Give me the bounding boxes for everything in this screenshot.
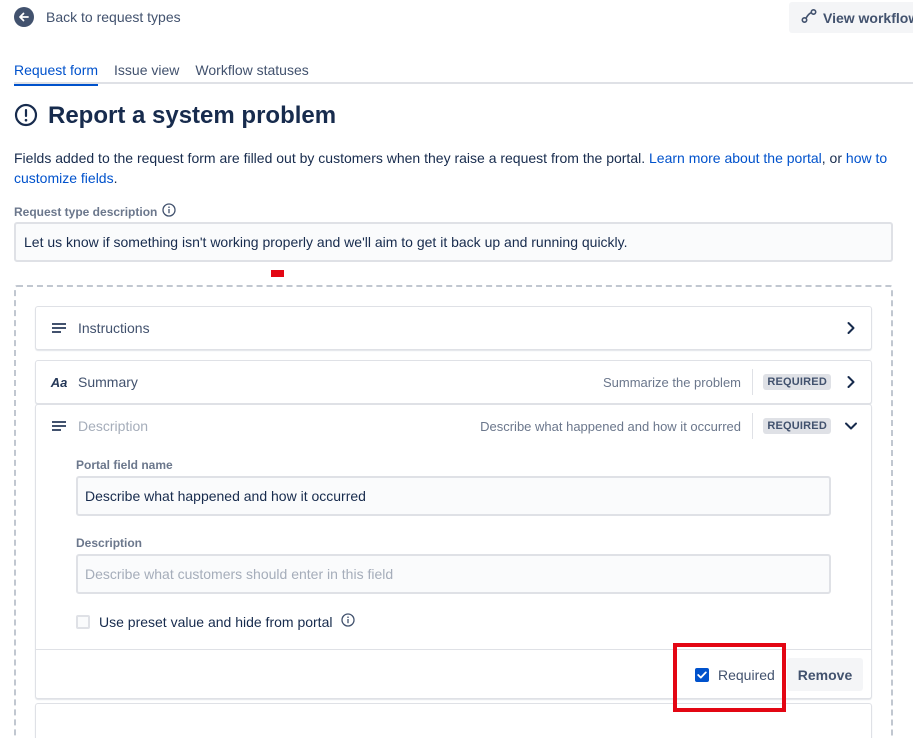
intro-text: Fields added to the request form are fil…: [14, 150, 888, 186]
required-toggle[interactable]: Required: [695, 667, 775, 683]
view-workflow-label: View workflow: [823, 9, 913, 26]
lines-icon: [50, 322, 68, 334]
portal-field-name-input[interactable]: Describe what happened and how it occurr…: [76, 476, 831, 516]
page-title: Report a system problem: [48, 102, 337, 129]
required-badge: REQUIRED: [763, 374, 831, 390]
info-icon[interactable]: [341, 613, 356, 630]
field-hint: Describe what happened and how it occurr…: [480, 418, 741, 434]
chevron-right-icon[interactable]: [843, 320, 859, 336]
tab-bar: Request form Issue view Workflow statuse…: [14, 58, 913, 86]
tab-issue-view[interactable]: Issue view: [114, 60, 179, 86]
workflow-icon: [801, 8, 817, 27]
preset-option: Use preset value and hide from portal: [76, 613, 356, 630]
field-hint: Summarize the problem: [603, 374, 741, 390]
tab-request-form[interactable]: Request form: [14, 60, 99, 86]
chevron-down-icon[interactable]: [843, 418, 859, 434]
chevron-right-icon[interactable]: [843, 374, 859, 390]
field-card-instructions[interactable]: Instructions: [35, 306, 872, 350]
field-name: Instructions: [78, 320, 150, 336]
divider: [752, 369, 753, 395]
field-card-description: Description Describe what happened and h…: [35, 404, 872, 699]
preset-label: Use preset value and hide from portal: [99, 613, 333, 630]
text-type-icon: Aa: [50, 374, 68, 390]
alert-circle-icon: [14, 103, 38, 130]
lines-icon: [50, 420, 68, 432]
field-name: Summary: [78, 374, 138, 390]
request-type-description-input[interactable]: Let us know if something isn't working p…: [14, 222, 893, 262]
red-marker: [271, 270, 284, 277]
portal-field-name-label: Portal field name: [76, 458, 173, 472]
tab-workflow-statuses[interactable]: Workflow statuses: [195, 60, 308, 86]
remove-button[interactable]: Remove: [787, 658, 863, 691]
info-icon[interactable]: [162, 203, 177, 220]
required-badge: REQUIRED: [763, 418, 831, 434]
divider: [752, 413, 753, 439]
field-card-next[interactable]: [35, 703, 872, 738]
required-checkbox[interactable]: [695, 668, 709, 682]
learn-more-portal-link[interactable]: Learn more about the portal: [649, 150, 822, 166]
description-card-header[interactable]: Description Describe what happened and h…: [36, 405, 871, 447]
request-type-description-label: Request type description: [14, 203, 177, 220]
field-card-summary[interactable]: Aa Summary Summarize the problem REQUIRE…: [35, 360, 872, 404]
page-header: Report a system problem: [14, 102, 336, 130]
field-name: Description: [78, 418, 149, 434]
preset-checkbox[interactable]: [76, 614, 90, 629]
arrow-left-icon: [14, 7, 34, 27]
card-footer: Required Remove: [36, 649, 871, 700]
view-workflow-button[interactable]: View workflow: [789, 2, 913, 33]
back-label: Back to request types: [46, 9, 181, 25]
back-to-request-types-link[interactable]: Back to request types: [14, 6, 181, 28]
description-input[interactable]: Describe what customers should enter in …: [76, 554, 831, 594]
description-label: Description: [76, 536, 143, 550]
required-label: Required: [718, 667, 775, 683]
